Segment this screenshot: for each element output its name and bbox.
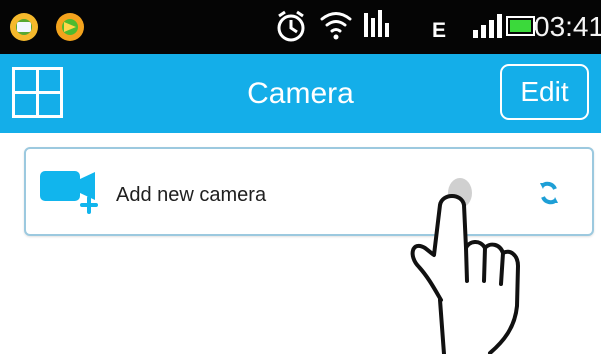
- alarm-icon: [277, 10, 305, 42]
- wifi-icon: [320, 12, 352, 40]
- battery-icon: [506, 16, 537, 36]
- app-bar: Camera Edit: [0, 54, 601, 133]
- data-icon: [364, 10, 389, 37]
- add-camera-label: Add new camera: [116, 184, 267, 206]
- network-type-icon: E: [432, 19, 446, 42]
- signal-icon: [473, 14, 502, 38]
- add-camera-row[interactable]: Add new camera: [24, 147, 594, 236]
- status-time: 03:41: [534, 11, 601, 42]
- refresh-icon[interactable]: [537, 181, 561, 205]
- add-camera-icon: [40, 171, 98, 214]
- status-right-icons: E: [277, 10, 537, 42]
- edit-button[interactable]: Edit: [500, 64, 589, 120]
- status-bar: E 03:41: [0, 0, 601, 54]
